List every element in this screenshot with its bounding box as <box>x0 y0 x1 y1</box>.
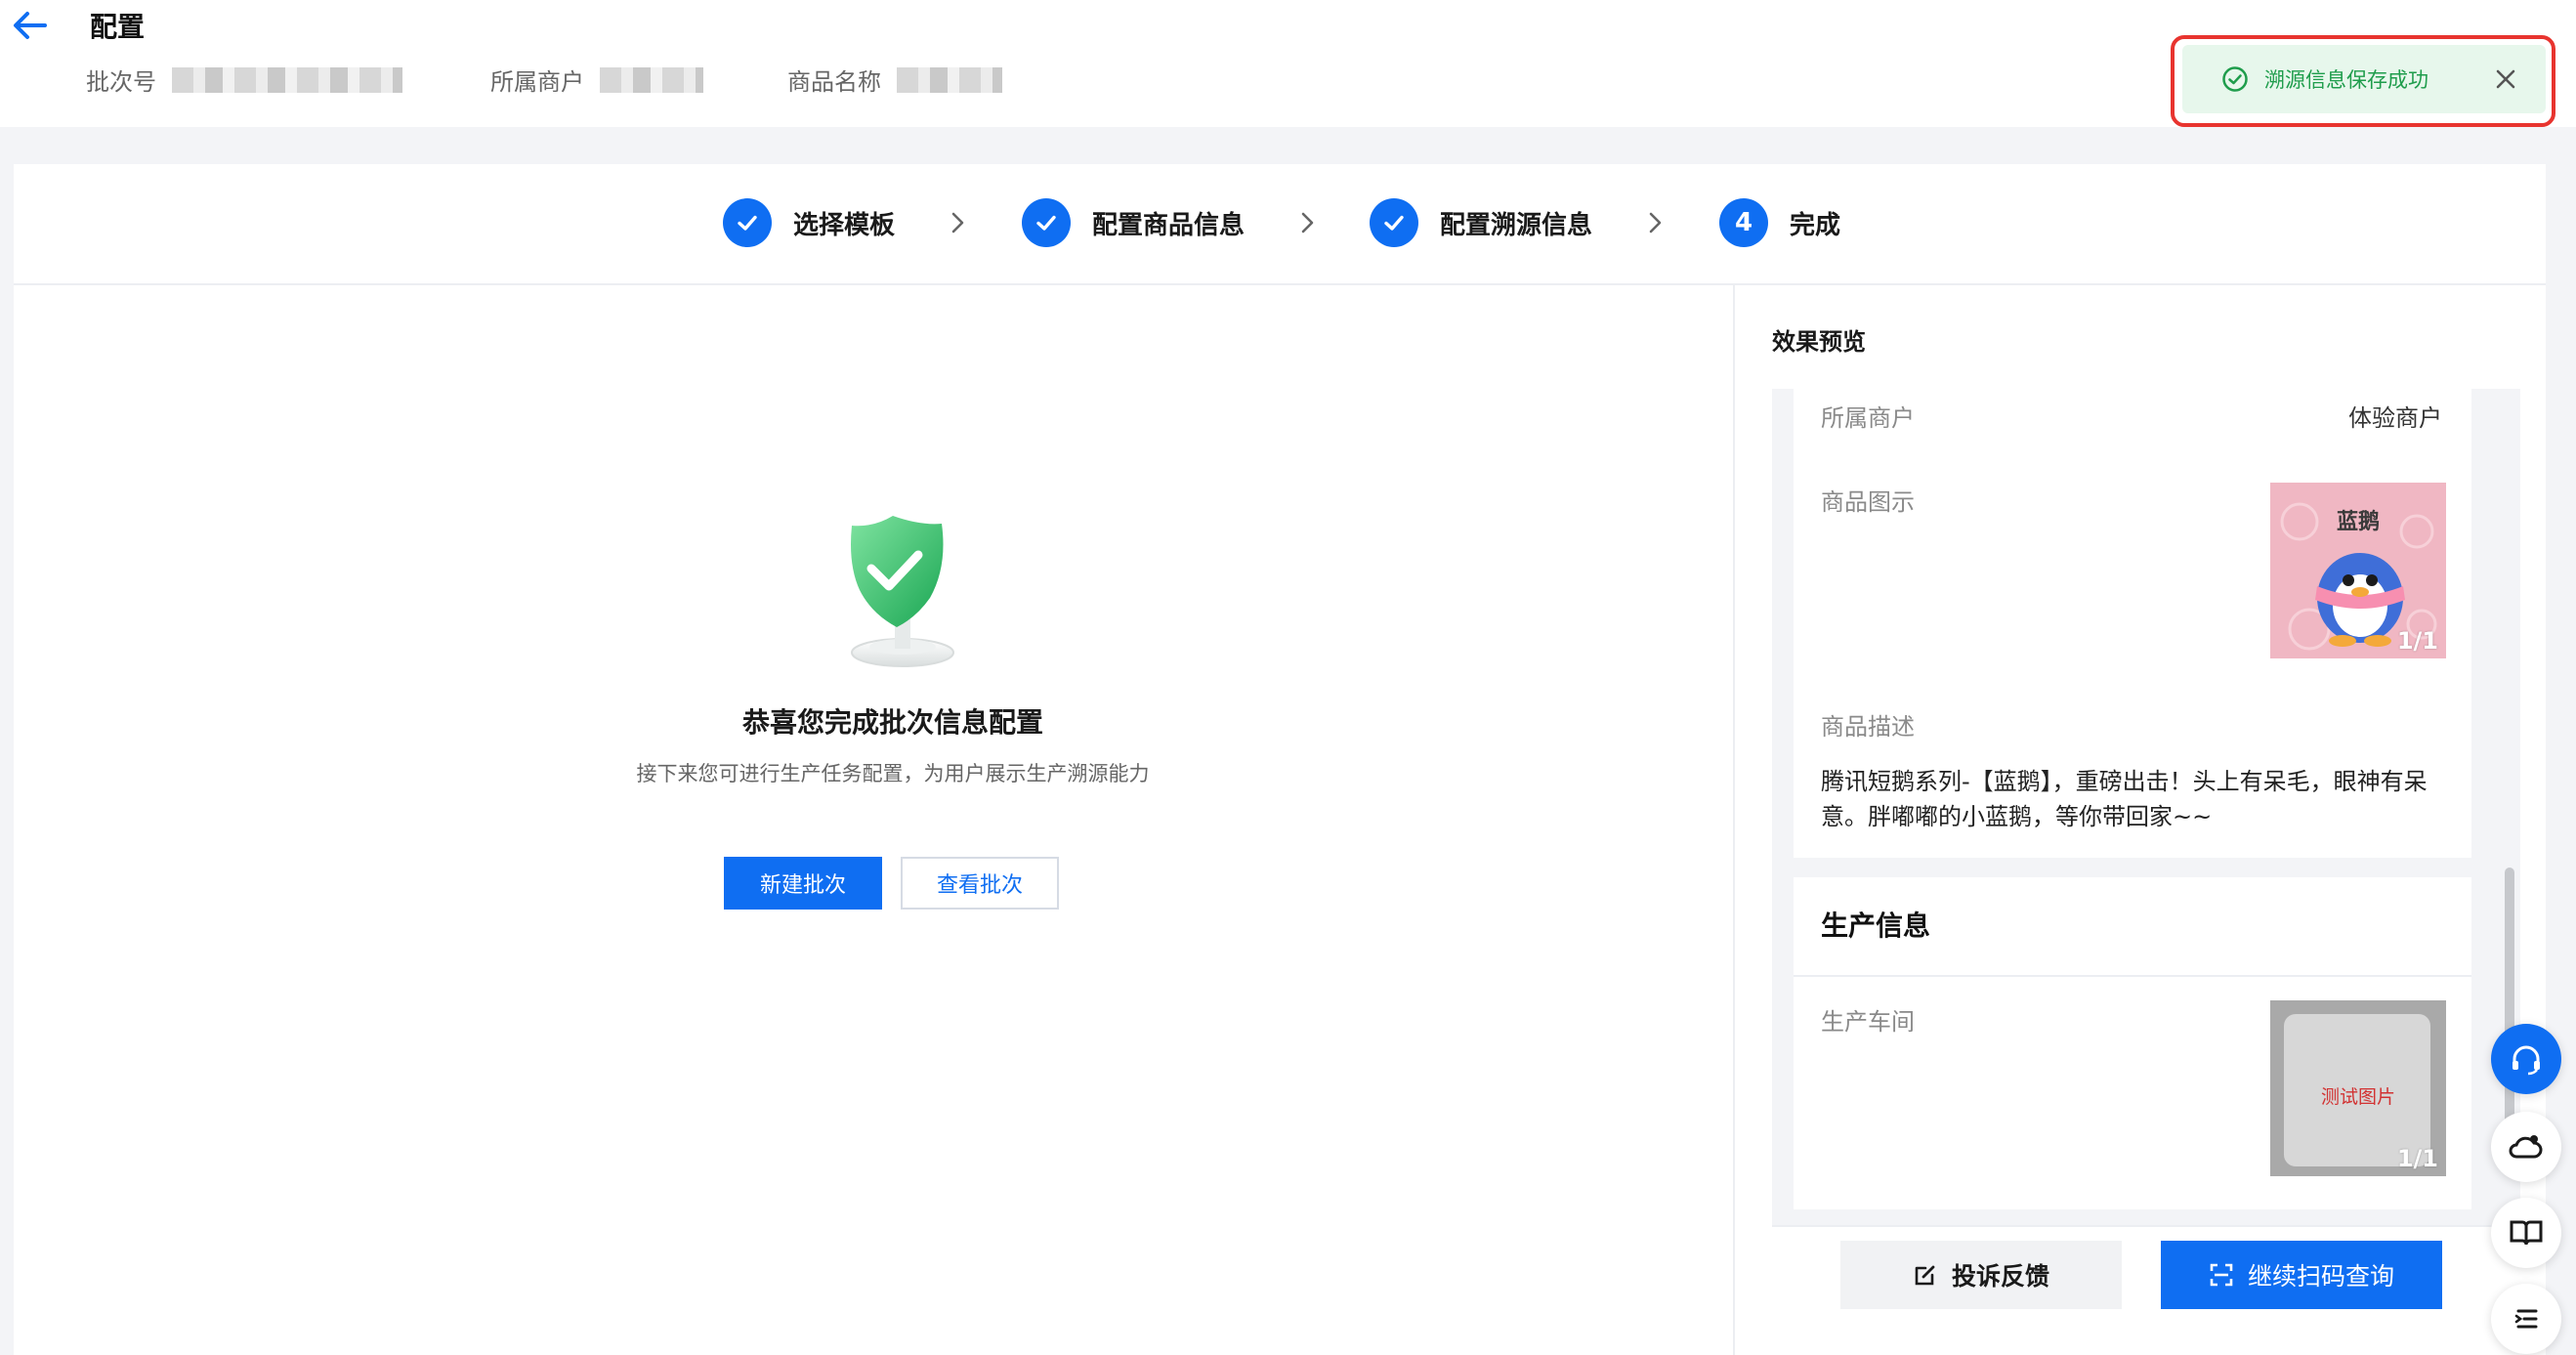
step-label: 完成 <box>1790 210 1841 240</box>
step-config-trace: 配置溯源信息 <box>1370 197 1592 248</box>
preview-production-card: 生产信息 生产车间 测试图片 1/1 <box>1794 877 2471 1209</box>
success-subtitle: 接下来您可进行生产任务配置，为用户展示生产溯源能力 <box>636 762 1150 785</box>
step-done-circle <box>723 198 772 247</box>
book-icon <box>2510 1220 2543 1246</box>
preview-title: 效果预览 <box>1772 328 1866 356</box>
meta-batch-label: 批次号 <box>86 68 156 96</box>
complaint-label: 投诉反馈 <box>1951 1262 2049 1291</box>
meta-merchant-label: 所属商户 <box>490 68 584 96</box>
toast-message: 溯源信息保存成功 <box>2264 68 2428 92</box>
list-icon <box>2514 1309 2538 1329</box>
preview-merchant-label: 所属商户 <box>1821 404 1915 432</box>
preview-product-card: 所属商户 体验商户 商品图示 蓝鹅 1/1 商品描述 腾讯短鹅系列-【蓝鹅】，重… <box>1794 389 2471 858</box>
cloud-user-icon <box>2509 1135 2543 1159</box>
step-complete: 4 完成 <box>1719 197 1840 248</box>
shield-check-icon <box>851 516 954 667</box>
meta-product-label: 商品名称 <box>787 68 881 96</box>
chevron-right-icon <box>951 212 964 233</box>
step-label: 配置商品信息 <box>1092 210 1246 240</box>
step-label: 选择模板 <box>793 210 896 240</box>
preview-actions: 投诉反馈 继续扫码查询 <box>1772 1225 2520 1321</box>
meta-batch-value-redacted <box>172 66 402 93</box>
production-title: 生产信息 <box>1821 910 1931 942</box>
step-config-product: 配置商品信息 <box>1022 197 1245 248</box>
arrow-left-icon[interactable] <box>10 8 49 43</box>
check-icon <box>738 215 757 231</box>
image-counter: 1/1 <box>2396 627 2438 655</box>
meta-merchant-value-redacted <box>600 66 703 93</box>
scan-icon <box>2210 1263 2233 1287</box>
page-title: 配置 <box>90 11 146 43</box>
divider <box>1794 975 2471 977</box>
edit-icon <box>1915 1265 1935 1286</box>
preview-desc-value: 腾讯短鹅系列-【蓝鹅】，重磅出击！头上有呆毛，眼神有呆意。胖嘟嘟的小蓝鹅，等你带… <box>1821 768 2428 830</box>
menu-button[interactable] <box>2491 1284 2561 1354</box>
preview-frame[interactable]: 所属商户 体验商户 商品图示 蓝鹅 1/1 商品描述 腾讯短鹅系列-【蓝鹅】，重… <box>1772 389 2520 1321</box>
preview-merchant-value: 体验商户 <box>2348 404 2442 432</box>
workshop-label: 生产车间 <box>1821 1008 1915 1036</box>
meta-product-value-redacted <box>897 66 1002 93</box>
check-icon <box>1036 215 1056 231</box>
continue-scan-button[interactable]: 继续扫码查询 <box>2161 1241 2442 1309</box>
view-batch-button[interactable]: 查看批次 <box>901 857 1059 910</box>
product-image[interactable]: 蓝鹅 1/1 <box>2270 483 2446 658</box>
cloud-user-button[interactable] <box>2491 1112 2561 1182</box>
meta-batch: 批次号 <box>86 63 402 97</box>
step-done-circle <box>1370 198 1418 247</box>
new-batch-button[interactable]: 新建批次 <box>724 857 882 910</box>
main-card: 选择模板 配置商品信息 配置溯源信息 4 完成 恭喜您完成批次信息配置 接下来您… <box>14 164 2546 1355</box>
success-title: 恭喜您完成批次信息配置 <box>741 706 1043 739</box>
customer-service-button[interactable] <box>2491 1024 2561 1094</box>
close-icon[interactable] <box>2491 64 2520 94</box>
check-circle-icon <box>2222 66 2248 92</box>
step-select-template: 选择模板 <box>723 197 895 248</box>
scan-label: 继续扫码查询 <box>2247 1262 2394 1291</box>
stepper: 选择模板 配置商品信息 配置溯源信息 4 完成 <box>14 164 2546 285</box>
meta-product: 商品名称 <box>787 63 1002 97</box>
chevron-right-icon <box>1649 212 1662 233</box>
step-done-circle <box>1022 198 1071 247</box>
complaint-button[interactable]: 投诉反馈 <box>1840 1241 2122 1309</box>
headset-icon <box>2513 1045 2540 1076</box>
docs-button[interactable] <box>2491 1198 2561 1268</box>
meta-merchant: 所属商户 <box>490 63 703 97</box>
success-area: 恭喜您完成批次信息配置 接下来您可进行生产任务配置，为用户展示生产溯源能力 新建… <box>14 285 1735 1355</box>
check-icon <box>1384 215 1404 231</box>
step-label: 配置溯源信息 <box>1440 210 1593 240</box>
preview-image-label: 商品图示 <box>1821 488 1915 516</box>
success-toast: 溯源信息保存成功 <box>2182 45 2546 113</box>
step-number-circle: 4 <box>1719 198 1768 247</box>
image-counter: 1/1 <box>2396 1145 2438 1172</box>
preview-desc-label: 商品描述 <box>1821 713 1915 741</box>
workshop-image[interactable]: 测试图片 1/1 <box>2270 1000 2446 1176</box>
product-image-text: 蓝鹅 <box>2336 510 2380 534</box>
chevron-right-icon <box>1301 212 1314 233</box>
workshop-image-text: 测试图片 <box>2320 1086 2395 1108</box>
